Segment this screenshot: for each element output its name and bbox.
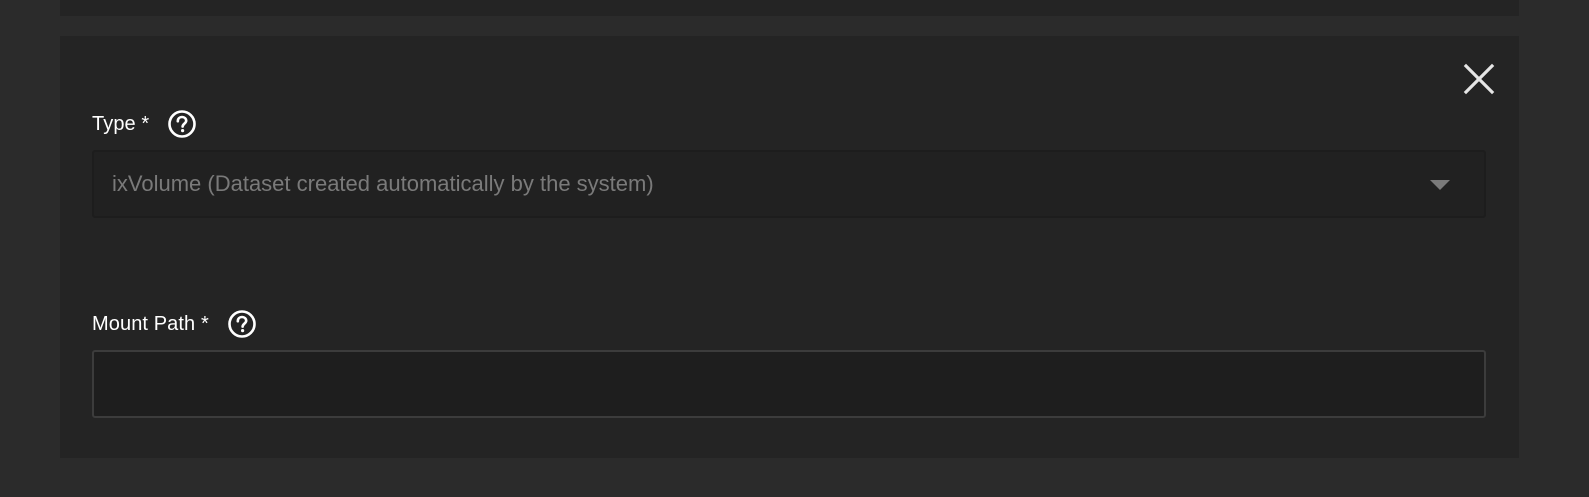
close-icon [1463, 63, 1495, 95]
type-select[interactable]: ixVolume (Dataset created automatically … [92, 150, 1486, 218]
help-icon[interactable] [167, 109, 197, 139]
type-field-label-row: Type * [92, 108, 197, 140]
mount-path-input[interactable] [92, 350, 1486, 418]
help-circle-icon [168, 110, 197, 138]
type-select-value: ixVolume (Dataset created automatically … [112, 171, 654, 196]
previous-card-edge [60, 0, 1519, 16]
type-field-label: Type * [92, 112, 150, 135]
close-button[interactable] [1458, 58, 1500, 100]
help-circle-icon [228, 310, 256, 338]
chevron-down-icon [1430, 180, 1450, 190]
mount-path-label-row: Mount Path * [92, 308, 257, 340]
help-icon[interactable] [227, 309, 257, 339]
mount-path-label: Mount Path * [92, 312, 209, 335]
